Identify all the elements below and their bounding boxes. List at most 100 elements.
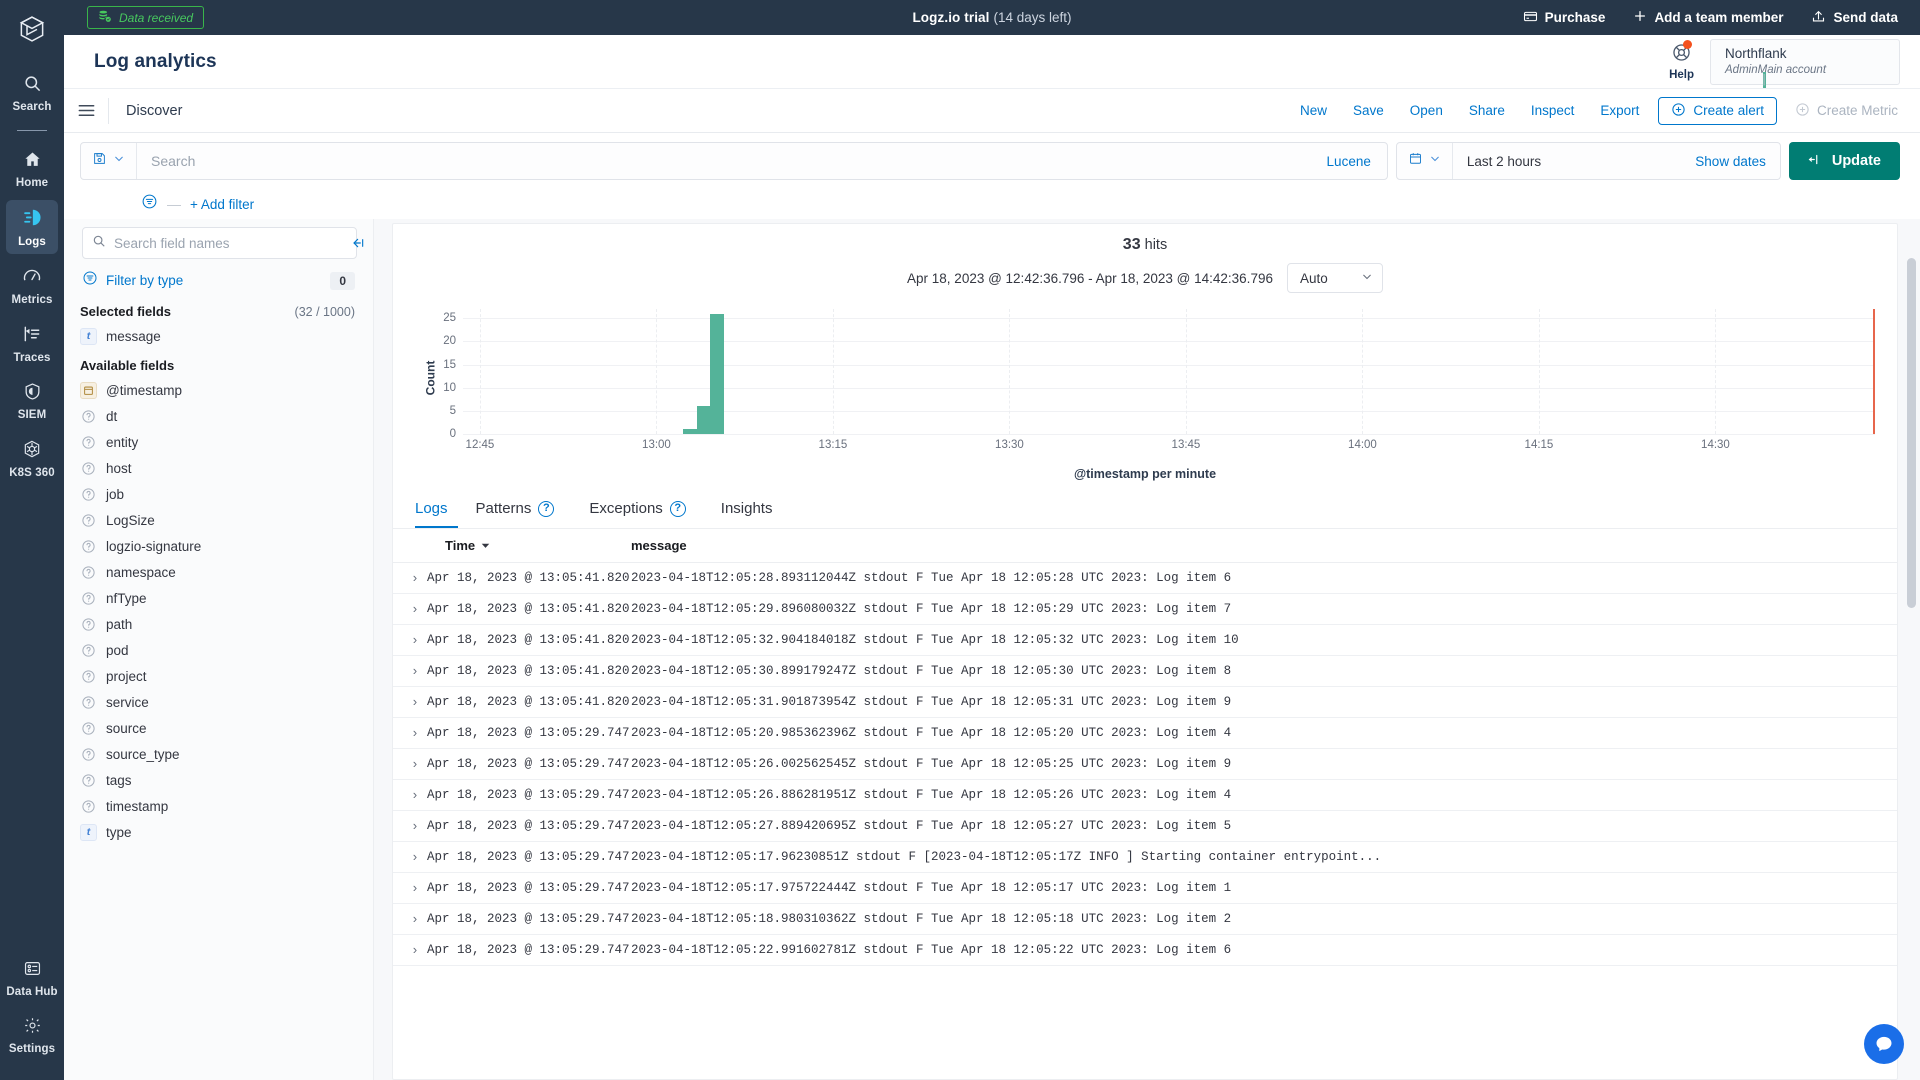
query-language-button[interactable]: Lucene [1311,154,1387,169]
chart-now-marker [1873,309,1875,434]
table-row[interactable]: › Apr 18, 2023 @ 13:05:29.747 2023-04-18T1… [393,873,1897,904]
field-item[interactable]: dt [64,403,373,429]
tab-patterns[interactable]: Patterns? [476,491,572,528]
interval-select[interactable]: Auto [1286,263,1383,293]
field-item[interactable]: pod [64,637,373,663]
calendar-quick-menu-button[interactable] [1397,143,1452,179]
add-filter-button[interactable]: + Add filter [190,197,254,212]
help-button[interactable]: Help [1669,40,1694,81]
tab-logs[interactable]: Logs [415,491,458,528]
help-circle-icon[interactable]: ? [538,500,555,517]
tab-insights[interactable]: Insights [721,491,790,528]
expand-row-icon[interactable]: › [393,788,427,803]
table-row[interactable]: › Apr 18, 2023 @ 13:05:29.747 2023-04-18T1… [393,780,1897,811]
table-row[interactable]: › Apr 18, 2023 @ 13:05:41.820 2023-04-18T1… [393,656,1897,687]
chart-bar[interactable] [696,406,711,434]
expand-row-icon[interactable]: › [393,664,427,679]
expand-row-icon[interactable]: › [393,881,427,896]
chat-bubble-icon[interactable] [1864,1024,1904,1064]
row-time: Apr 18, 2023 @ 13:05:29.747 [427,726,630,740]
field-item[interactable]: path [64,611,373,637]
field-item[interactable]: service [64,689,373,715]
sidebar-item-siem[interactable]: SIEM [6,375,58,427]
expand-row-icon[interactable]: › [393,943,427,958]
search-input[interactable] [137,153,1311,169]
expand-row-icon[interactable]: › [393,819,427,834]
column-header-time[interactable]: Time [393,538,623,553]
expand-row-icon[interactable]: › [393,912,427,927]
sidebar-item-data-hub[interactable]: Data Hub [6,952,58,1004]
table-row[interactable]: › Apr 18, 2023 @ 13:05:29.747 2023-04-18T1… [393,842,1897,873]
table-row[interactable]: › Apr 18, 2023 @ 13:05:41.820 2023-04-18T1… [393,594,1897,625]
results-scrollbar[interactable] [1907,258,1916,608]
field-item[interactable]: source [64,715,373,741]
field-item[interactable]: t message [64,323,373,349]
expand-row-icon[interactable]: › [393,850,427,865]
send-data-button[interactable]: Send data [1811,9,1898,27]
field-item[interactable]: logzio-signature [64,533,373,559]
add-team-member-button[interactable]: Add a team member [1633,9,1783,26]
table-row[interactable]: › Apr 18, 2023 @ 13:05:29.747 2023-04-18T1… [393,718,1897,749]
expand-row-icon[interactable]: › [393,633,427,648]
expand-row-icon[interactable]: › [393,571,427,586]
open-button[interactable]: Open [1397,103,1456,118]
field-item-label: path [106,616,133,632]
field-item[interactable]: tags [64,767,373,793]
update-button[interactable]: Update [1788,142,1900,180]
expand-row-icon[interactable]: › [393,726,427,741]
chart-bar[interactable] [683,429,697,434]
sidebar-item-logs[interactable]: Logs [6,200,58,254]
field-item[interactable]: job [64,481,373,507]
field-panel: Filter by type 0 Selected fields (32 / 1… [64,219,374,1080]
save-button[interactable]: Save [1340,103,1397,118]
account-switcher[interactable]: Northflank Admin | Main account [1710,38,1900,88]
sidebar-item-metrics[interactable]: Metrics [6,259,58,312]
help-circle-icon[interactable]: ? [669,500,686,517]
chart-bar[interactable] [710,313,724,434]
hamburger-icon[interactable] [64,103,108,118]
expand-row-icon[interactable]: › [393,602,427,617]
expand-row-icon[interactable]: › [393,695,427,710]
expand-row-icon[interactable]: › [393,757,427,772]
filter-by-type-row[interactable]: Filter by type 0 [64,259,373,295]
field-item[interactable]: @timestamp [64,377,373,403]
field-item[interactable]: project [64,663,373,689]
export-button[interactable]: Export [1587,103,1652,118]
field-item[interactable]: timestamp [64,793,373,819]
field-item[interactable]: source_type [64,741,373,767]
date-range-value[interactable]: Last 2 hours [1453,154,1695,169]
field-search-input[interactable] [114,235,347,251]
sidebar-item-traces[interactable]: Traces [6,317,58,370]
table-row[interactable]: › Apr 18, 2023 @ 13:05:29.747 2023-04-18T1… [393,811,1897,842]
show-dates-button[interactable]: Show dates [1695,154,1780,169]
field-item[interactable]: namespace [64,559,373,585]
purchase-button[interactable]: Purchase [1523,9,1605,27]
table-row[interactable]: › Apr 18, 2023 @ 13:05:41.820 2023-04-18T1… [393,687,1897,718]
sidebar-item-search[interactable]: Search [6,67,58,119]
inspect-button[interactable]: Inspect [1518,103,1588,118]
table-row[interactable]: › Apr 18, 2023 @ 13:05:41.820 2023-04-18T1… [393,563,1897,594]
data-received-badge[interactable]: Data received [87,6,205,29]
histogram-chart[interactable]: Count 0 5 10 15 20 25 12:45 13:00 13:15 13:30 13:… [415,303,1875,453]
table-row[interactable]: › Apr 18, 2023 @ 13:05:29.747 2023-04-18T1… [393,935,1897,966]
collapse-panel-icon[interactable] [351,235,367,256]
share-button[interactable]: Share [1456,103,1518,118]
field-item[interactable]: entity [64,429,373,455]
tab-exceptions[interactable]: Exceptions? [589,491,702,528]
logzio-logo-icon[interactable] [17,14,47,49]
histogram-plot-area[interactable]: 0 5 10 15 20 25 [443,309,1875,440]
filter-icon[interactable] [141,193,158,215]
table-row[interactable]: › Apr 18, 2023 @ 13:05:29.747 2023-04-18T1… [393,904,1897,935]
field-item[interactable]: t type [64,819,373,845]
sidebar-item-k8s360[interactable]: K8S 360 [6,432,58,485]
field-item[interactable]: host [64,455,373,481]
sidebar-item-home[interactable]: Home [6,143,58,195]
new-button[interactable]: New [1287,103,1340,118]
field-item[interactable]: LogSize [64,507,373,533]
field-item[interactable]: nfType [64,585,373,611]
create-alert-button[interactable]: Create alert [1658,96,1777,125]
table-row[interactable]: › Apr 18, 2023 @ 13:05:29.747 2023-04-18T1… [393,749,1897,780]
sidebar-item-settings[interactable]: Settings [6,1009,58,1061]
saved-query-button[interactable] [81,143,136,179]
table-row[interactable]: › Apr 18, 2023 @ 13:05:41.820 2023-04-18T1… [393,625,1897,656]
